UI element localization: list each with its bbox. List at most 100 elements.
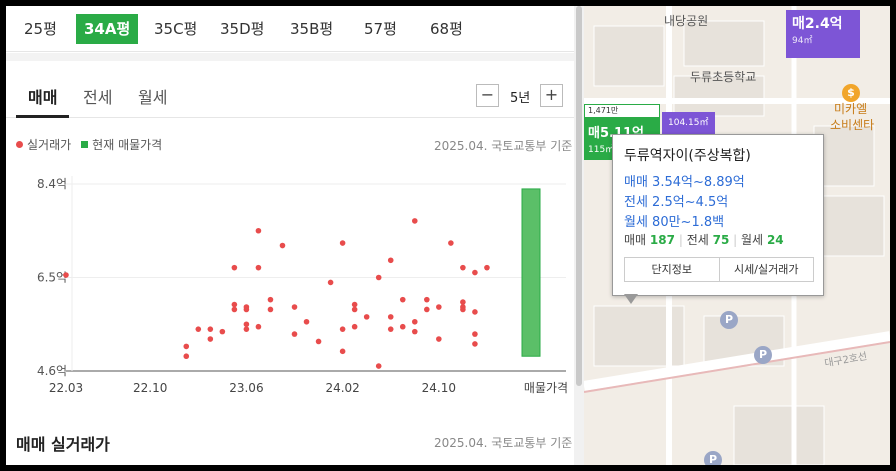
period-increase-button[interactable]: + (540, 84, 563, 107)
count-monthly: 24 (766, 233, 784, 247)
data-point (243, 321, 250, 328)
data-point (436, 336, 442, 342)
data-point (183, 343, 190, 350)
data-point (411, 318, 418, 325)
tab-jeonse[interactable]: 전세 (83, 84, 112, 108)
deal-type-tabs: 매매 전세 월세 − 5년 + (6, 62, 574, 118)
data-point (231, 301, 238, 308)
data-point (207, 336, 214, 342)
popup-tail (624, 294, 638, 304)
data-point (399, 323, 406, 330)
data-point (387, 314, 394, 320)
tab-area-35b[interactable]: 35B평 (282, 14, 341, 44)
data-point (448, 240, 454, 246)
data-point (315, 338, 322, 345)
section-title: 매매 실거래가 (16, 435, 110, 454)
parking-icon: P (720, 311, 738, 329)
store-icon: $ (842, 84, 860, 102)
x-tick-label: 매물가격 (524, 381, 568, 395)
data-point (399, 296, 406, 303)
period-value: 5년 (510, 91, 531, 106)
price-scatter-chart: 8.4억 6.5억 4.6억 22.03 22.10 23.06 24.02 24.10 매물가… (37, 176, 568, 395)
data-point (375, 363, 382, 369)
x-tick-label: 24.10 (422, 381, 456, 395)
data-point (207, 326, 214, 332)
data-point (411, 218, 418, 224)
price-history-button[interactable]: 시세/실거래가 (718, 258, 814, 281)
data-point (255, 227, 262, 234)
data-point (460, 299, 466, 305)
data-point (460, 264, 466, 271)
section-source-note: 2025.04. 국토교통부 기준 (434, 436, 573, 450)
tab-area-68[interactable]: 68평 (422, 14, 471, 44)
x-tick-label: 22.10 (133, 381, 167, 395)
map-label-park: 내당공원 (664, 14, 709, 28)
data-point (243, 306, 250, 313)
legend-actual: 실거래가 (27, 138, 72, 152)
tab-area-34a[interactable]: 34A평 (76, 14, 139, 44)
data-point (279, 242, 286, 249)
map-label-mikael: 미카엘 (834, 102, 868, 116)
complex-popup: 두류역자이(주상복합) 매매 3.54억~8.89억 전세 2.5억~4.5억 … (612, 134, 824, 296)
legend-current: 현재 매물가격 (92, 138, 163, 152)
chart-legend: 실거래가 현재 매물가격 (16, 136, 162, 153)
data-point (339, 240, 346, 246)
data-point (351, 301, 358, 308)
tab-area-25[interactable]: 25평 (16, 14, 65, 44)
period-decrease-button[interactable]: − (476, 84, 499, 107)
data-point (339, 348, 346, 355)
data-point (231, 306, 238, 313)
data-point (351, 306, 358, 313)
data-point (291, 331, 298, 337)
map-unit-price-tag[interactable]: 1,471만 (584, 104, 660, 118)
popup-monthly-range: 월세 80만~1.8백 (624, 215, 725, 230)
y-tick-label: 4.6억 (37, 364, 67, 378)
data-point (472, 309, 478, 315)
map-label-school: 두류초등학교 (690, 70, 757, 84)
panel-scrollbar[interactable] (574, 6, 584, 465)
data-point (424, 306, 430, 313)
tab-sale[interactable]: 매매 (28, 84, 57, 108)
map-area-tag[interactable]: 104.15㎡ (662, 112, 715, 134)
data-point (484, 264, 490, 271)
popup-title: 두류역자이(주상복합) (624, 148, 751, 164)
tab-monthly[interactable]: 월세 (138, 84, 167, 108)
parking-icon: P (704, 451, 722, 465)
count-monthly-label: 월세 (741, 233, 764, 247)
data-point (460, 304, 466, 310)
current-price-square-icon (81, 141, 89, 148)
price-panel: 25평 34A평 35C평 35D평 35B평 57평 68평 매매 전세 월세… (6, 6, 574, 465)
data-point (195, 326, 202, 332)
scrollbar-thumb[interactable] (576, 6, 582, 386)
data-point (63, 272, 69, 278)
data-point (231, 264, 238, 271)
count-sale: 187 (649, 233, 675, 247)
tab-area-57[interactable]: 57평 (356, 14, 405, 44)
data-point (472, 341, 478, 347)
data-point (387, 326, 394, 332)
map-price-tag[interactable]: 매2.4억 94㎡ (786, 10, 860, 58)
tab-area-35d[interactable]: 35D평 (212, 14, 272, 44)
complex-info-button[interactable]: 단지정보 (625, 258, 719, 281)
map-view[interactable]: 내당공원 두류초등학교 미카엘 소비센타 대구2호선 매2.4억 94㎡ 104.… (584, 6, 890, 465)
data-point (255, 264, 262, 271)
actual-price-dot-icon (16, 141, 23, 148)
parking-icon: P (754, 346, 772, 364)
data-point (472, 331, 478, 337)
selected-tag-area: 115㎡ (588, 145, 615, 155)
popup-buttons: 단지정보 시세/실거래가 (624, 257, 814, 282)
active-tab-indicator (16, 115, 69, 118)
current-listing-bar (521, 188, 541, 357)
data-point (339, 326, 346, 332)
data-point (411, 328, 418, 335)
y-tick-label: 8.4억 (37, 177, 67, 191)
data-point (363, 314, 370, 320)
data-point (327, 279, 334, 286)
data-point (255, 323, 262, 330)
price-tag-text: 매2.4억 (792, 16, 843, 32)
window-frame: 25평 34A평 35C평 35D평 35B평 57평 68평 매매 전세 월세… (0, 0, 896, 471)
tab-area-35c[interactable]: 35C평 (146, 14, 205, 44)
popup-jeonse-range: 전세 2.5억~4.5억 (624, 195, 729, 210)
source-note: 2025.04. 국토교통부 기준 (434, 139, 573, 153)
map-label-store: 소비센타 (830, 118, 875, 132)
